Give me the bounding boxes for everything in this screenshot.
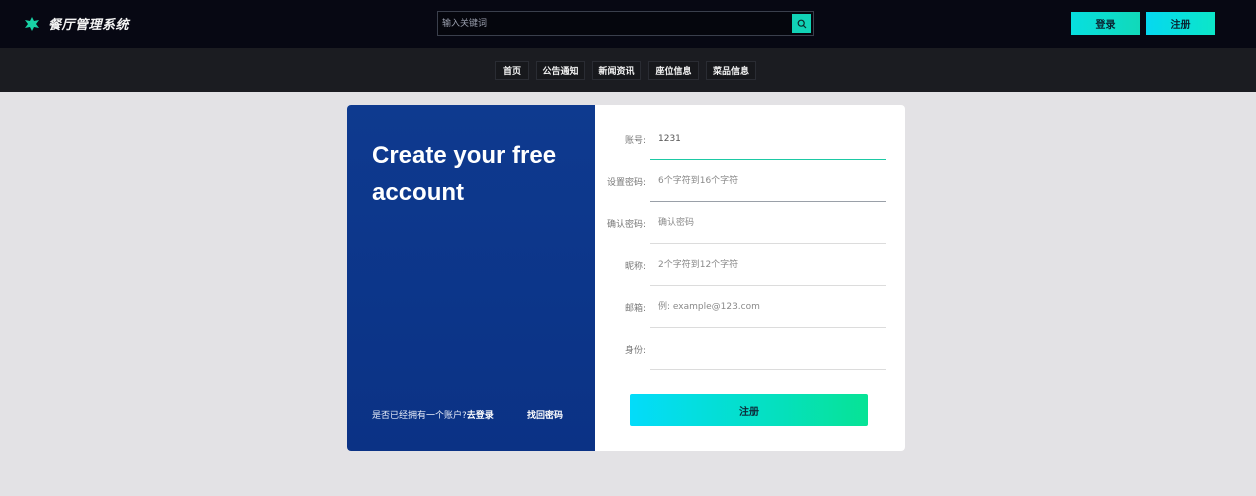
leaf-logo-icon (25, 16, 39, 31)
nav-item-home[interactable]: 首页 (495, 61, 529, 80)
form-row-confirm-password: 确认密码: (595, 202, 905, 244)
account-label: 账号: (624, 135, 646, 146)
nickname-label: 昵称: (624, 261, 646, 272)
search-bar (437, 11, 814, 36)
account-field[interactable] (650, 118, 886, 160)
app-title: 餐厅管理系统 (48, 18, 130, 33)
password-field[interactable] (650, 160, 886, 202)
form-row-role: 身份: (595, 328, 905, 370)
register-button[interactable]: 注册 (1146, 12, 1215, 35)
login-button[interactable]: 登录 (1071, 12, 1140, 35)
nav-item-news[interactable]: 新闻资讯 (592, 61, 641, 80)
register-promo-panel: Create your free account 是否已经拥有一个账户? 去登录… (347, 105, 595, 451)
search-icon (797, 19, 806, 28)
has-account-text: 是否已经拥有一个账户? (372, 411, 467, 421)
find-password-link[interactable]: 找回密码 (527, 408, 563, 421)
register-title: Create your free account (372, 142, 557, 206)
has-account-prompt: 是否已经拥有一个账户? 去登录 (372, 408, 494, 421)
role-label: 身份: (624, 345, 646, 356)
main-nav: 首页 公告通知 新闻资讯 座位信息 菜品信息 (0, 48, 1256, 92)
nav-item-seats[interactable]: 座位信息 (648, 61, 699, 80)
email-field[interactable] (650, 286, 886, 328)
role-field[interactable] (650, 328, 886, 370)
app-logo[interactable]: 餐厅管理系统 (24, 14, 129, 33)
top-header: 餐厅管理系统 登录 注册 (0, 0, 1256, 48)
form-row-email: 邮箱: (595, 286, 905, 328)
form-row-nickname: 昵称: (595, 244, 905, 286)
form-row-password: 设置密码: (595, 160, 905, 202)
email-label: 邮箱: (624, 303, 646, 314)
register-card: Create your free account 是否已经拥有一个账户? 去登录… (347, 105, 905, 451)
nav-item-dishes[interactable]: 菜品信息 (706, 61, 756, 80)
password-label: 设置密码: (606, 177, 646, 188)
search-input[interactable] (438, 12, 792, 35)
submit-register-button[interactable]: 注册 (630, 394, 868, 426)
search-button[interactable] (792, 14, 811, 33)
confirm-password-label: 确认密码: (606, 219, 646, 230)
nickname-field[interactable] (650, 244, 886, 286)
form-row-account: 账号: (595, 118, 905, 160)
nav-item-announcements[interactable]: 公告通知 (536, 61, 585, 80)
confirm-password-field[interactable] (650, 202, 886, 244)
go-login-link[interactable]: 去登录 (467, 408, 494, 421)
